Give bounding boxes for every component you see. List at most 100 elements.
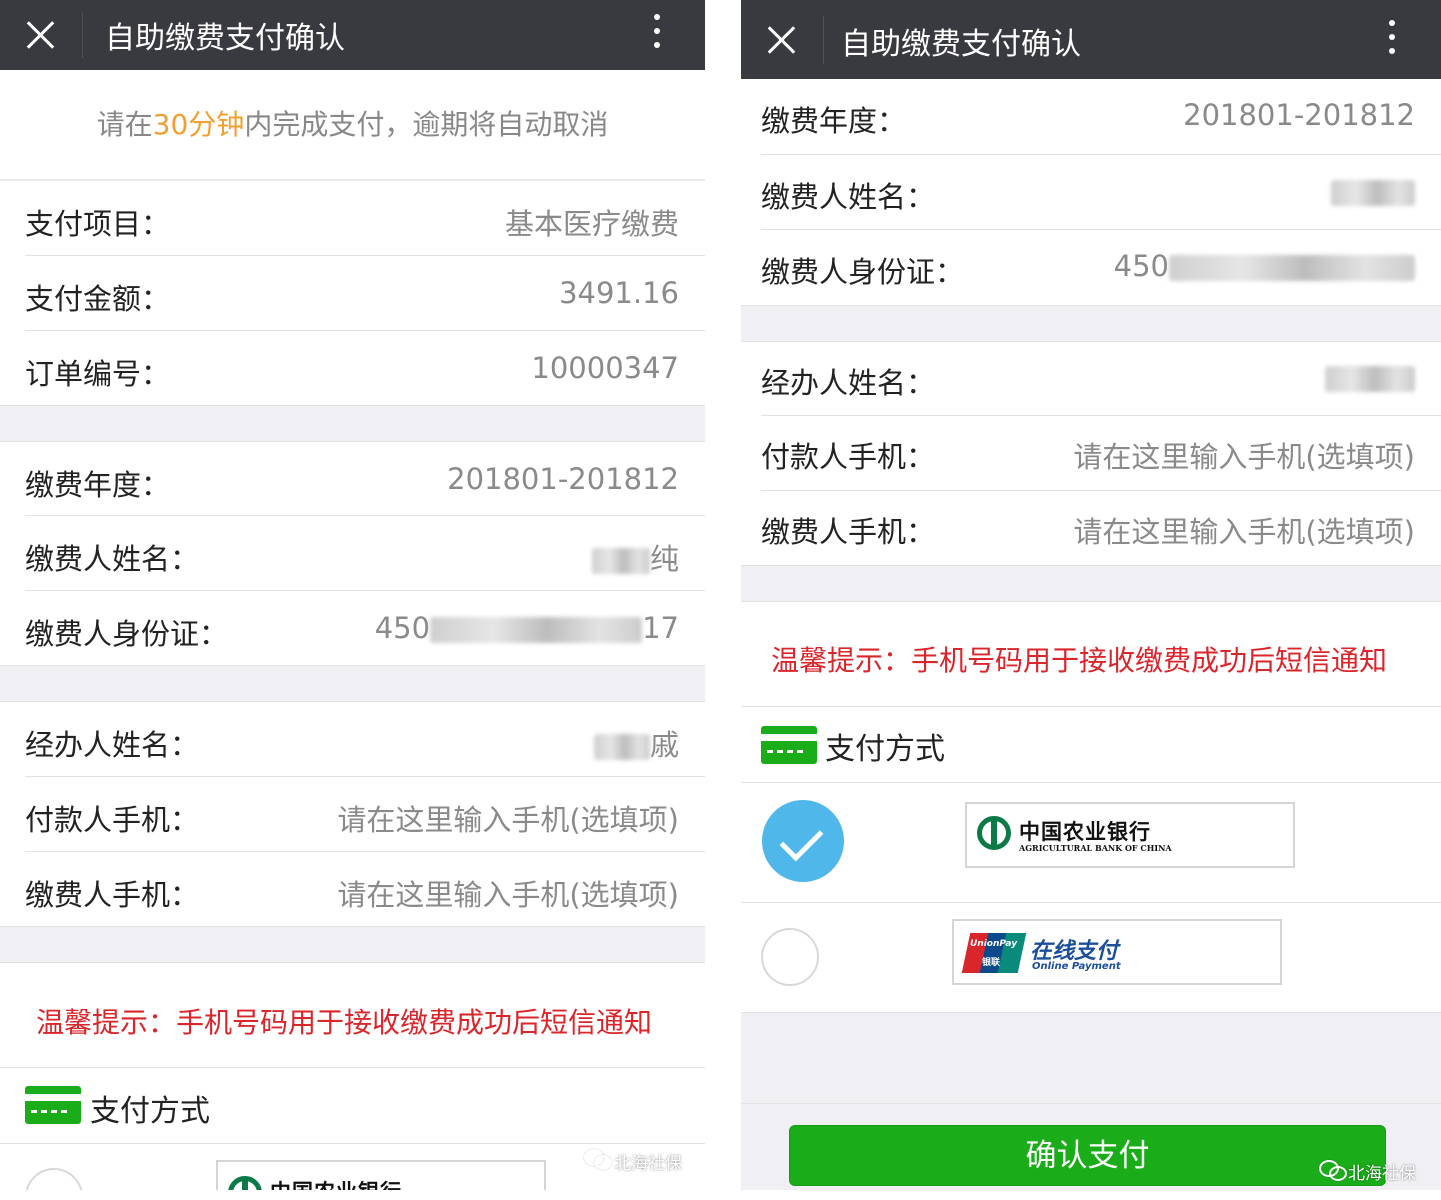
abc-english-name: AGRICULTURAL BANK OF CHINA: [1019, 843, 1172, 853]
title-divider: [823, 16, 824, 64]
row-label: 缴费人手机：: [761, 515, 936, 549]
row-value-redacted: 戚: [593, 722, 679, 764]
notice-prefix: 请在: [96, 108, 153, 141]
row-value: 3491.16: [559, 276, 679, 310]
page-title: 自助缴费支付确认: [841, 27, 1081, 62]
row-value: 201801-201812: [1183, 98, 1415, 132]
sms-tip: 温馨提示：手机号码用于接收缴费成功后短信通知: [741, 601, 1441, 707]
row-divider: [741, 565, 1441, 566]
bank-option-abc[interactable]: 中国农业银行 AGRICULTURAL BANK OF CHINA: [741, 783, 1441, 903]
row-handler-name: 经办人姓名： 戚: [0, 701, 705, 777]
row-value-head: 450: [1113, 249, 1169, 283]
row-label: 缴费人姓名：: [761, 180, 936, 214]
unionpay-brand: UnionPay: [970, 939, 1018, 949]
row-payer-phone[interactable]: 付款人手机： 请在这里输入手机(选填项): [741, 416, 1441, 491]
unionpay-icon: UnionPay 银联: [961, 933, 1027, 973]
payer-phone-input[interactable]: 请在这里输入手机(选填项): [1073, 434, 1415, 476]
close-icon[interactable]: [20, 15, 60, 55]
row-label: 支付项目：: [25, 207, 171, 241]
check-icon[interactable]: [762, 800, 844, 882]
card-icon: [761, 726, 817, 764]
redacted-blur: [1169, 255, 1415, 281]
card-icon: [25, 1086, 81, 1124]
row-label: 经办人姓名：: [25, 728, 200, 762]
redacted-blur: [591, 548, 650, 574]
time-limit-notice: 请在30分钟内完成支付，逾期将自动取消: [0, 70, 705, 180]
row-value-tail: 17: [642, 611, 679, 645]
bank-radio[interactable]: [25, 1168, 83, 1190]
row-payment-amount: 支付金额： 3491.16: [0, 256, 705, 331]
row-contributor-phone[interactable]: 缴费人手机： 请在这里输入手机(选填项): [741, 491, 1441, 566]
row-label: 缴费人手机：: [25, 878, 200, 912]
row-value-tail: 戚: [649, 728, 679, 762]
more-icon[interactable]: [1387, 18, 1397, 58]
watermark: 北海社保: [614, 1154, 682, 1174]
payment-method-header: 支付方式: [0, 1068, 705, 1144]
footer-divider: [741, 1103, 1441, 1104]
gap-divider: [705, 0, 741, 1200]
contributor-phone-input[interactable]: 请在这里输入手机(选填项): [1073, 509, 1415, 551]
contributor-phone-input[interactable]: 请在这里输入手机(选填项): [337, 872, 679, 914]
abc-logo: 中国农业银行 AGRICULTURAL BANK OF CHINA: [965, 802, 1295, 868]
row-value-tail: 纯: [649, 542, 679, 576]
redacted-blur: [430, 617, 643, 643]
abc-emblem-icon: [228, 1176, 262, 1190]
bank-option-unionpay[interactable]: UnionPay 银联 在线支付 Online Payment: [741, 903, 1441, 1013]
row-label: 支付金额：: [25, 282, 171, 316]
confirm-payment-button[interactable]: 确认支付: [789, 1125, 1386, 1186]
row-divider: [0, 926, 705, 927]
wechat-icon: [584, 1149, 612, 1170]
row-order-number: 订单编号： 10000347: [0, 331, 705, 406]
title-divider: [82, 12, 83, 58]
row-value: 基本医疗缴费: [504, 207, 679, 241]
sms-tip: 温馨提示：手机号码用于接收缴费成功后短信通知: [0, 962, 705, 1068]
row-label: 订单编号：: [25, 357, 171, 391]
redacted-blur: [1325, 366, 1415, 392]
wechat-icon: [1319, 1160, 1347, 1181]
abc-logo: 中国农业银行: [216, 1160, 546, 1190]
row-payer-name: 缴费人姓名：: [741, 155, 1441, 230]
row-contributor-phone[interactable]: 缴费人手机： 请在这里输入手机(选填项): [0, 852, 705, 927]
right-screen: 自助缴费支付确认 缴费年度： 201801-201812 缴费人姓名： 缴费人身…: [741, 0, 1441, 1190]
row-payment-year: 缴费年度： 201801-201812: [0, 441, 705, 516]
page-title: 自助缴费支付确认: [105, 21, 345, 56]
row-value-redacted: 纯: [591, 536, 679, 578]
row-divider: [741, 305, 1441, 306]
row-payment-year: 缴费年度： 201801-201812: [741, 79, 1441, 155]
row-payment-item: 支付项目： 基本医疗缴费: [0, 181, 705, 256]
row-payer-phone[interactable]: 付款人手机： 请在这里输入手机(选填项): [0, 777, 705, 852]
watermark: 北海社保: [1348, 1164, 1416, 1184]
more-icon[interactable]: [652, 12, 662, 52]
notice-highlight: 30分钟: [152, 108, 245, 141]
title-bar: 自助缴费支付确认: [741, 0, 1441, 79]
title-bar: 自助缴费支付确认: [0, 0, 705, 70]
abc-emblem-icon: [977, 816, 1011, 850]
row-payer-id: 缴费人身份证： 450: [741, 230, 1441, 306]
row-value-redacted: [1325, 360, 1415, 394]
notice-suffix: 内完成支付，逾期将自动取消: [244, 108, 609, 141]
row-value: 10000347: [531, 351, 679, 385]
row-value-head: 450: [374, 611, 431, 645]
redacted-blur: [593, 734, 650, 760]
row-label: 付款人手机：: [25, 803, 200, 837]
redacted-blur: [1331, 180, 1415, 206]
payment-method-title: 支付方式: [90, 1094, 210, 1129]
payment-method-title: 支付方式: [825, 732, 945, 767]
online-payment-english: Online Payment: [1032, 961, 1121, 972]
payer-phone-input[interactable]: 请在这里输入手机(选填项): [337, 797, 679, 839]
row-handler-name: 经办人姓名：: [741, 341, 1441, 416]
close-icon[interactable]: [761, 20, 801, 60]
row-payer-id: 缴费人身份证： 450 17: [0, 591, 705, 666]
unionpay-brand-cn: 银联: [982, 958, 1001, 968]
row-label: 付款人手机：: [761, 440, 936, 474]
row-payer-name: 缴费人姓名： 纯: [0, 516, 705, 591]
stage: 自助缴费支付确认 请在30分钟内完成支付，逾期将自动取消 支付项目： 基本医疗缴…: [0, 0, 1441, 1200]
row-divider: [0, 405, 705, 406]
abc-name: 中国农业银行: [270, 1176, 402, 1190]
abc-name: 中国农业银行: [1019, 819, 1151, 844]
row-label: 缴费人身份证：: [761, 255, 965, 289]
bank-radio[interactable]: [761, 928, 819, 986]
row-divider: [0, 665, 705, 666]
row-value-redacted: 450: [1114, 249, 1415, 283]
unionpay-logo: UnionPay 银联 在线支付 Online Payment: [952, 919, 1282, 985]
